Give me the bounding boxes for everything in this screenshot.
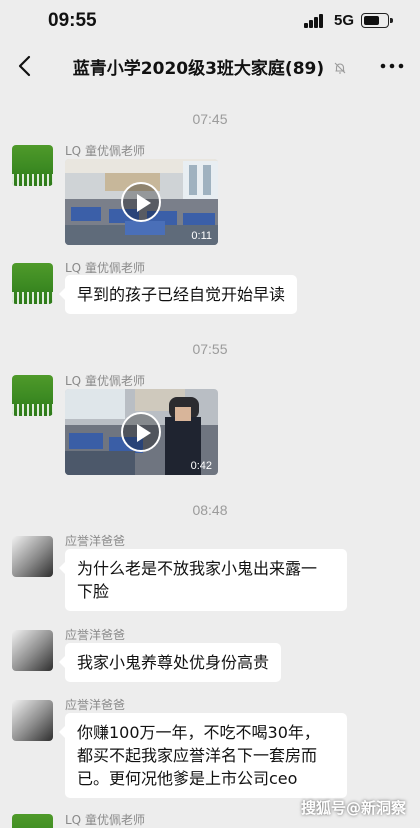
message-list[interactable]: 07:45 LQ 童优佩老师 0:11 LQ 童优佩老师 早到的孩子已经自觉开始… [0,88,420,828]
watermark: 搜狐号@新洞察 [300,799,406,817]
video-message[interactable]: 0:11 [65,159,218,245]
message-text: 早到的孩子已经自觉开始早读 [77,285,286,304]
status-bar: 09:55 5G [0,0,420,44]
sender-name: 应誉洋爸爸 [65,698,126,712]
message-text-line: 为什么老是不放我家小鬼出来露一 [77,559,318,578]
sender-name: LQ 童优佩老师 [65,374,145,388]
battery-level [364,16,379,25]
sender-name: 应誉洋爸爸 [65,628,126,642]
avatar[interactable] [12,700,53,741]
message-text: 我家小鬼养尊处优身份高贵 [77,653,270,672]
bell-off-icon [333,60,347,74]
sender-name: LQ 童优佩老师 [65,144,145,158]
avatar[interactable] [12,630,53,671]
avatar[interactable] [12,145,53,186]
chat-title: 蓝青小学2020级3班大家庭(89) [72,59,325,79]
timestamp: 07:45 [192,111,228,127]
timestamp: 08:48 [192,502,228,518]
sender-name: 应誉洋爸爸 [65,534,126,548]
message-text-line: 下脸 [77,582,110,601]
sender-name: LQ 童优佩老师 [65,261,145,275]
sender-name: LQ 童优佩老师 [65,813,145,827]
message-bubble[interactable]: 早到的孩子已经自觉开始早读 [58,275,298,314]
avatar[interactable] [12,375,53,416]
message-text-line: 已。更何况他爹是上市公司ceo [77,769,298,788]
play-icon[interactable] [121,412,161,452]
message-text-line: 都买不起我家应誉洋名下一套房而 [77,746,318,765]
signal-icon [304,14,328,28]
chat-title-area: 蓝青小学2020级3班大家庭(89) [60,54,360,79]
message-bubble[interactable]: 我家小鬼养尊处优身份高贵 [58,643,282,682]
video-duration: 0:11 [191,230,212,242]
chevron-left-icon[interactable] [10,50,42,82]
timestamp: 07:55 [192,341,228,357]
battery-icon [361,13,393,28]
play-icon[interactable] [121,182,161,222]
more-dots-icon[interactable] [374,50,410,82]
video-duration: 0:42 [190,460,212,472]
avatar[interactable] [12,814,53,828]
avatar[interactable] [12,263,53,304]
message-text-line: 你赚100万一年，不吃不喝30年， [77,723,320,742]
video-message[interactable]: 0:42 [65,389,218,475]
message-bubble[interactable]: 为什么老是不放我家小鬼出来露一 下脸 [59,549,347,611]
network-type: 5G [334,12,355,29]
status-time: 09:55 [48,10,97,31]
chat-header: 蓝青小学2020级3班大家庭(89) [0,44,420,88]
message-bubble[interactable]: 你赚100万一年，不吃不喝30年， 都买不起我家应誉洋名下一套房而 已。更何况他… [59,713,347,798]
avatar[interactable] [12,536,53,577]
